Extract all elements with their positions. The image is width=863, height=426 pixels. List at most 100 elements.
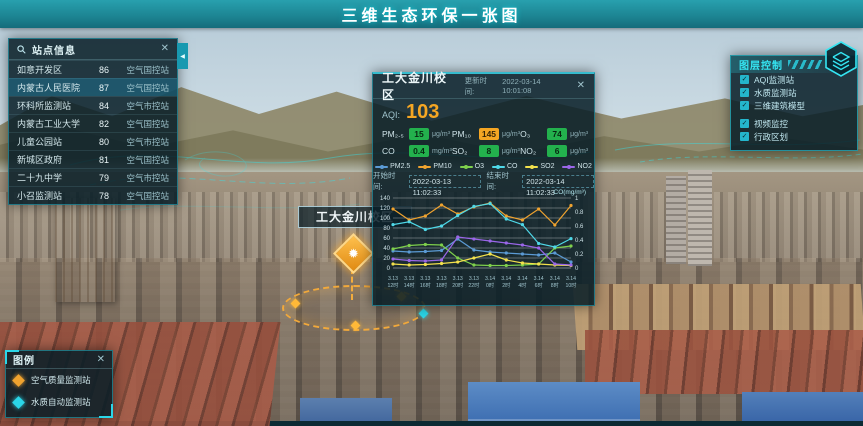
start-time-label: 开始时间: — [373, 170, 403, 192]
pollutant-unit: μg/m³ — [570, 131, 588, 138]
stripes-decoration — [788, 60, 822, 69]
station-row[interactable]: 如意开发区 86 空气国控站 — [9, 60, 177, 78]
station-row[interactable]: 内蒙古工业大学 82 空气国控站 — [9, 114, 177, 132]
layer-label: 水质监测站 — [754, 87, 797, 99]
pollutant-name: O₃ — [520, 129, 544, 139]
svg-text:3.148时: 3.148时 — [550, 276, 560, 289]
station-type: 空气国控站 — [115, 118, 169, 130]
legend-label: SO2 — [540, 163, 554, 170]
svg-text:1: 1 — [575, 196, 579, 202]
station-detail-panel: 工大金川校区 更新时间: 2022-03-14 10:01:08 ✕ AQI: … — [372, 72, 595, 306]
checkbox-checked[interactable]: ✓ — [740, 88, 749, 97]
station-type: 空气市控站 — [115, 136, 169, 148]
pollutant-cell-no2: NO₂ 6 μg/m³ — [520, 144, 588, 158]
svg-text:3.1314时: 3.1314时 — [404, 276, 415, 289]
station-panel-header: 站点信息 ✕ — [9, 39, 177, 60]
svg-text:60: 60 — [383, 236, 390, 242]
start-time-input[interactable]: 2022-03-13 11:02:33 — [409, 175, 481, 188]
app-header: 三维生态环保一张图 — [0, 0, 863, 28]
pollutant-value-badge: 15 — [409, 128, 429, 140]
pollutant-unit: μg/m³ — [570, 148, 588, 155]
legend-item: CO — [492, 163, 518, 170]
station-name: 内蒙古人民医院 — [17, 81, 87, 94]
chevron-left-icon: ◀ — [180, 53, 185, 60]
checkbox-checked[interactable]: ✓ — [740, 119, 749, 128]
station-aqi: 81 — [87, 155, 109, 165]
station-aqi: 79 — [87, 173, 109, 183]
close-icon[interactable]: ✕ — [97, 355, 105, 365]
station-aqi: 82 — [87, 119, 109, 129]
station-list-panel: 站点信息 ✕ 如意开发区 86 空气国控站 内蒙古人民医院 87 空气国控站 环… — [8, 38, 178, 205]
legend-entry-label: 水质自动监测站 — [31, 396, 91, 408]
chart-wrap: CO(mg/m³) 02040608010012014000.20.40.60.… — [373, 190, 594, 301]
station-type: 空气市控站 — [115, 172, 169, 184]
station-aqi: 78 — [87, 191, 109, 201]
pollutant-value-badge: 74 — [547, 128, 567, 140]
svg-text:120: 120 — [380, 206, 391, 212]
update-time-label: 更新时间: — [465, 75, 497, 97]
station-name: 二十九中学 — [17, 171, 87, 184]
svg-text:3.144时: 3.144时 — [517, 276, 527, 289]
pollutant-value-badge: 0.4 — [409, 145, 429, 157]
svg-text:0.4: 0.4 — [575, 238, 584, 244]
checkbox-checked[interactable]: ✓ — [740, 132, 749, 141]
legend-item: SO2 — [525, 163, 554, 170]
layer-item[interactable]: ✓ 水质监测站 — [731, 86, 857, 99]
legend-dot-icon — [496, 165, 500, 169]
layer-item[interactable]: ✓ 视频监控 — [731, 117, 857, 130]
layer-item[interactable]: ✓ 三维建筑模型 — [731, 99, 857, 112]
svg-text:3.1312时: 3.1312时 — [388, 276, 399, 289]
layer-item[interactable]: ✓ 行政区划 — [731, 130, 857, 143]
station-row[interactable]: 小召监测站 78 空气国控站 — [9, 186, 177, 204]
station-aqi: 80 — [87, 137, 109, 147]
legend-entry-label: 空气质量监测站 — [31, 374, 91, 386]
station-type: 空气国控站 — [115, 64, 169, 76]
legend-dot-icon — [464, 165, 468, 169]
pollutant-value-badge: 8 — [479, 145, 499, 157]
legend-marker-icon — [460, 166, 473, 168]
legend-item: PM10 — [418, 163, 451, 170]
station-aqi: 86 — [87, 65, 109, 75]
detail-header: 工大金川校区 更新时间: 2022-03-14 10:01:08 ✕ — [373, 74, 594, 99]
station-row[interactable]: 二十九中学 79 空气市控站 — [9, 168, 177, 186]
aqi-value: 103 — [406, 101, 439, 124]
layers-hexagon-icon[interactable] — [823, 40, 859, 78]
station-type: 空气国控站 — [115, 190, 169, 202]
legend-marker-icon — [375, 166, 388, 168]
station-row[interactable]: 内蒙古人民医院 87 空气国控站 — [9, 78, 177, 96]
station-row[interactable]: 环科所监测站 84 空气市控站 — [9, 96, 177, 114]
svg-text:3.140时: 3.140时 — [485, 276, 495, 289]
station-row[interactable]: 儿童公园站 80 空气市控站 — [9, 132, 177, 150]
pollutant-cell-pm25: PM₂.₅ 15 μg/m³ — [382, 127, 452, 141]
legend-dot-icon — [530, 165, 534, 169]
layer-label: 视频监控 — [754, 118, 788, 130]
detail-title: 工大金川校区 — [382, 69, 459, 103]
pollutant-cell-o3: O₃ 74 μg/m³ — [520, 127, 588, 141]
checkbox-checked[interactable]: ✓ — [740, 101, 749, 110]
station-type: 空气国控站 — [115, 154, 169, 166]
app-title: 三维生态环保一张图 — [341, 2, 521, 26]
checkbox-checked[interactable]: ✓ — [740, 75, 749, 84]
layer-label: AQI监测站 — [754, 74, 794, 86]
pollutant-value-badge: 145 — [479, 128, 499, 140]
svg-text:3.1410时: 3.1410时 — [566, 276, 577, 289]
svg-text:0: 0 — [387, 266, 391, 272]
aqi-label: AQI: — [382, 110, 400, 120]
close-icon[interactable]: ✕ — [577, 81, 585, 91]
legend-item: O3 — [460, 163, 484, 170]
close-icon[interactable]: ✕ — [161, 44, 169, 54]
legend-dot-icon — [423, 165, 427, 169]
highrise-tower-1 — [666, 176, 686, 264]
legend-item: PM2.5 — [375, 163, 410, 170]
map-legend-panel: 图例 ✕ 空气质量监测站 水质自动监测站 — [5, 350, 113, 418]
station-panel-title: 站点信息 — [32, 42, 76, 57]
legend-label: PM2.5 — [390, 163, 410, 170]
right-axis-title: CO(mg/m³) — [554, 189, 587, 196]
end-time-input[interactable]: 2022-03-14 11:02:33 — [522, 175, 594, 188]
legend-marker-icon — [492, 166, 505, 168]
layer-control-panel: 图层控制 ✓ AQI监测站 ✓ 水质监测站 ✓ 三维建筑模型 ✓ 视频监控 ✓ … — [730, 55, 858, 151]
panel-collapse-tab[interactable]: ◀ — [177, 43, 188, 69]
svg-text:0.2: 0.2 — [575, 252, 584, 258]
pollutant-name: SO₂ — [452, 146, 476, 156]
station-row[interactable]: 新城区政府 81 空气国控站 — [9, 150, 177, 168]
